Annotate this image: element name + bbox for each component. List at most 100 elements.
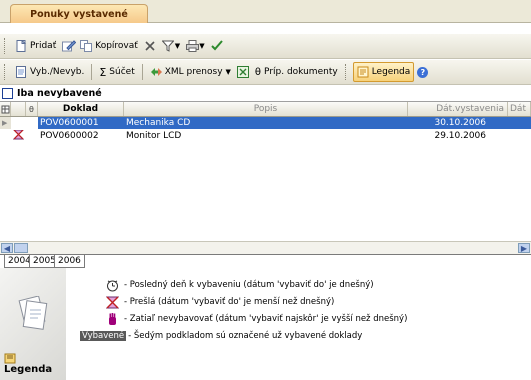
tab-strip: Ponuky vystavené (0, 0, 531, 23)
table-row[interactable]: ▶ POV0600001 Mechanika CD 30.10.2006 (0, 117, 531, 129)
xml-transfer-dropdown[interactable]: XML prenosy ▼ (147, 63, 234, 81)
legend-item-resolved: Vybavené - Šedým podkladom sú označené u… (80, 331, 362, 341)
sum-button[interactable]: Σ Súčet (96, 63, 137, 81)
check-button[interactable] (208, 37, 226, 55)
sum-label: Súčet (109, 67, 135, 77)
hand-stop-icon (104, 312, 120, 326)
copy-label: Kopírovať (95, 41, 138, 51)
doklad-cell: POV0600002 (40, 131, 99, 141)
doklad-cell: POV0600001 (38, 117, 124, 129)
chevron-down-icon: ▼ (174, 42, 181, 50)
chevron-right-icon: ▶ (520, 243, 528, 253)
help-button[interactable]: ? (414, 63, 431, 81)
datum2-cell (508, 130, 531, 142)
toolbar-tools: Vyb./Nevyb. Σ Súčet XML prenosy ▼ θ Príp… (0, 60, 531, 85)
sigma-icon: Σ (99, 65, 107, 79)
edit-button[interactable] (59, 37, 77, 55)
scroll-left-button[interactable]: ◀ (1, 243, 13, 253)
datum-cell: 30.10.2006 (408, 117, 508, 129)
document-check-icon (15, 66, 27, 78)
legend-item-text: - Posledný deň k vybaveniu (dátum 'vybav… (124, 280, 374, 290)
only-unresolved-label: Iba nevybavené (17, 87, 102, 99)
horizontal-scrollbar[interactable]: ◀ ▶ (0, 241, 531, 254)
legend-item-overdue: - Prešlá (dátum 'vybaviť do' je menší ne… (104, 295, 334, 309)
column-header-popis[interactable]: Popis (124, 102, 408, 116)
column-header-datum2[interactable]: Dát (508, 102, 531, 116)
spreadsheet-icon (236, 66, 249, 78)
copy-button[interactable]: Kopírovať (77, 37, 141, 55)
documents-grid: θ Doklad Popis Dát.vystavenia Dát ▶ POV0… (0, 101, 531, 242)
table-row[interactable]: POV0600002 Monitor LCD 29.10.2006 (0, 130, 531, 142)
toolbar-separator (91, 64, 93, 80)
scroll-thumb[interactable] (14, 243, 28, 253)
status-cell (11, 130, 26, 142)
toolbar-actions: Pridať Kopírovať ▼ ▼ (0, 34, 531, 59)
help-icon: ? (417, 66, 429, 78)
filter-row: Iba nevybavené (0, 86, 531, 100)
status-cell (11, 117, 26, 129)
legend-panel: Legenda - Posledný deň k vybaveniu (dátu… (0, 268, 531, 380)
xml-label: XML prenosy (164, 67, 223, 77)
datum-cell: 29.10.2006 (434, 131, 486, 141)
scroll-right-button[interactable]: ▶ (518, 243, 530, 253)
hourglass-icon (12, 130, 25, 142)
column-chooser-icon[interactable] (0, 102, 11, 116)
datum2-cell (508, 117, 531, 129)
toolbar-grip[interactable] (4, 64, 8, 80)
toolbar-separator (141, 64, 143, 80)
legend-documents-icon (16, 295, 50, 335)
print-dropdown-button[interactable]: ▼ (183, 37, 207, 55)
legend-sidebar-label: Legenda (4, 364, 53, 375)
toolbar-grip[interactable] (344, 64, 349, 80)
toolbar-grip[interactable] (4, 38, 8, 54)
tab-ponuky-vystavene[interactable]: Ponuky vystavené (10, 4, 148, 23)
year-tabs: 2004 2005 2006 (0, 254, 531, 269)
legend-item-deadline: - Posledný deň k vybaveniu (dátum 'vybav… (104, 278, 374, 292)
new-document-icon (15, 39, 27, 52)
legend-item-text: - Šedým podkladom sú označené už vybaven… (128, 331, 363, 341)
add-label: Pridať (30, 41, 57, 51)
attachment-cell (26, 130, 38, 142)
attachment-column-header[interactable]: θ (26, 102, 38, 116)
delete-x-icon (144, 40, 156, 52)
excel-export-button[interactable] (234, 63, 252, 81)
legend-item-text: - Prešlá (dátum 'vybaviť do' je menší ne… (124, 297, 335, 307)
filter-dropdown-button[interactable]: ▼ (159, 37, 183, 55)
add-button[interactable]: Pridať (12, 37, 59, 55)
attachments-label: Príp. dokumenty (264, 67, 338, 77)
legend-label: Legenda (371, 67, 411, 77)
tab-year-2006[interactable]: 2006 (54, 255, 85, 268)
chevron-left-icon: ◀ (3, 243, 11, 253)
column-header-doklad[interactable]: Doklad (38, 102, 124, 116)
legend-notes-icon (357, 66, 369, 78)
printer-icon (186, 40, 200, 52)
funnel-icon (161, 40, 175, 52)
legend-button[interactable]: Legenda (352, 62, 415, 82)
popis-cell: Monitor LCD (126, 131, 182, 141)
legend-item-postpone: - Zatiaľ nevybavovať (dátum 'vybaviť naj… (104, 312, 407, 326)
row-pointer[interactable]: ▶ (0, 117, 11, 129)
row-pointer-icon: ▶ (2, 119, 8, 127)
copy-icon (80, 40, 93, 52)
vyb-nevyb-button[interactable]: Vyb./Nevyb. (12, 63, 87, 81)
popis-cell: Mechanika CD (124, 117, 408, 129)
chevron-down-icon: ▼ (225, 68, 231, 76)
edit-pencil-icon (62, 40, 77, 52)
legend-sidebar: Legenda (0, 268, 66, 380)
row-pointer[interactable] (0, 130, 11, 142)
hourglass-icon (104, 295, 120, 309)
paperclip-icon: θ (29, 104, 34, 114)
check-pen-icon (210, 40, 223, 52)
column-header-datum[interactable]: Dát.vystavenia (408, 102, 508, 116)
resolved-chip: Vybavené (80, 331, 127, 341)
legend-item-text: - Zatiaľ nevybavovať (dátum 'vybaviť naj… (124, 314, 408, 324)
grid-header: θ Doklad Popis Dát.vystavenia Dát (0, 102, 531, 117)
attachments-button[interactable]: θ Príp. dokumenty (252, 63, 341, 81)
delete-button[interactable] (141, 37, 159, 55)
status-column-header[interactable] (11, 102, 26, 116)
only-unresolved-checkbox[interactable] (2, 87, 13, 99)
alarm-clock-icon (104, 278, 120, 292)
xml-transfer-icon (150, 66, 162, 78)
chevron-down-icon: ▼ (199, 42, 205, 50)
attachment-cell (26, 117, 38, 129)
